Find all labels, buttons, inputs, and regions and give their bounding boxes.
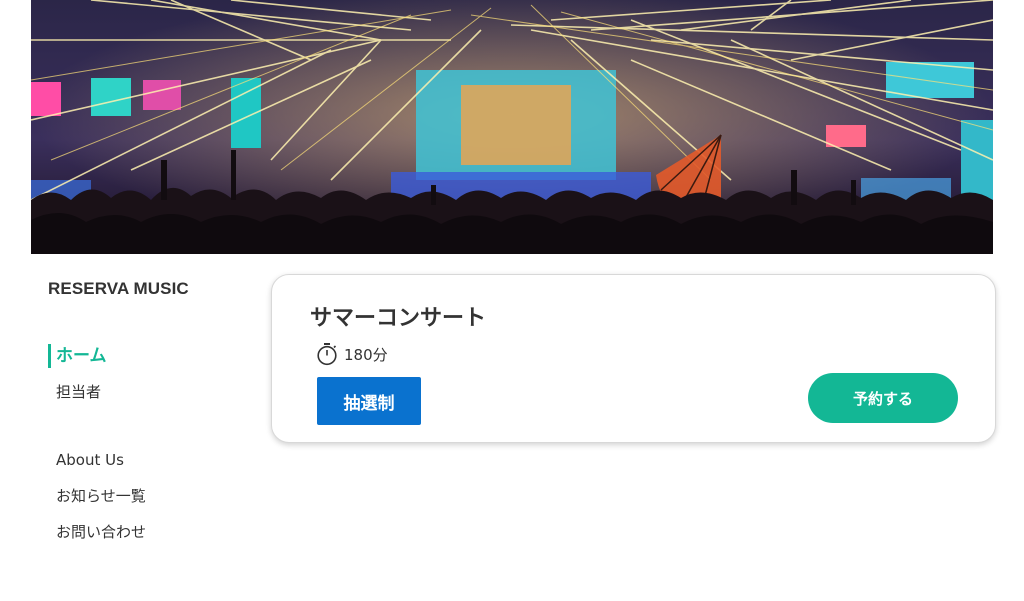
nav-item-contact[interactable]: お問い合わせ — [48, 520, 248, 544]
duration-text: 180分 — [344, 345, 388, 364]
nav-item-news[interactable]: お知らせ一覧 — [48, 484, 248, 508]
stopwatch-icon — [316, 342, 338, 366]
nav-item-about[interactable]: About Us — [48, 448, 248, 472]
sidebar-nav: ホーム 担当者 About Us お知らせ一覧 お問い合わせ — [48, 344, 248, 556]
nav-item-home[interactable]: ホーム — [48, 344, 248, 368]
hero-image — [31, 0, 993, 254]
event-duration: 180分 — [316, 342, 388, 366]
nav-divider — [48, 404, 248, 448]
event-card: サマーコンサート 180分 抽選制 予約する — [271, 274, 996, 443]
brand-logo[interactable]: RESERVA MUSIC — [48, 279, 189, 299]
event-title: サマーコンサート — [310, 306, 487, 331]
lottery-badge: 抽選制 — [317, 377, 421, 425]
nav-item-staff[interactable]: 担当者 — [48, 380, 248, 404]
reserve-button[interactable]: 予約する — [808, 373, 958, 423]
